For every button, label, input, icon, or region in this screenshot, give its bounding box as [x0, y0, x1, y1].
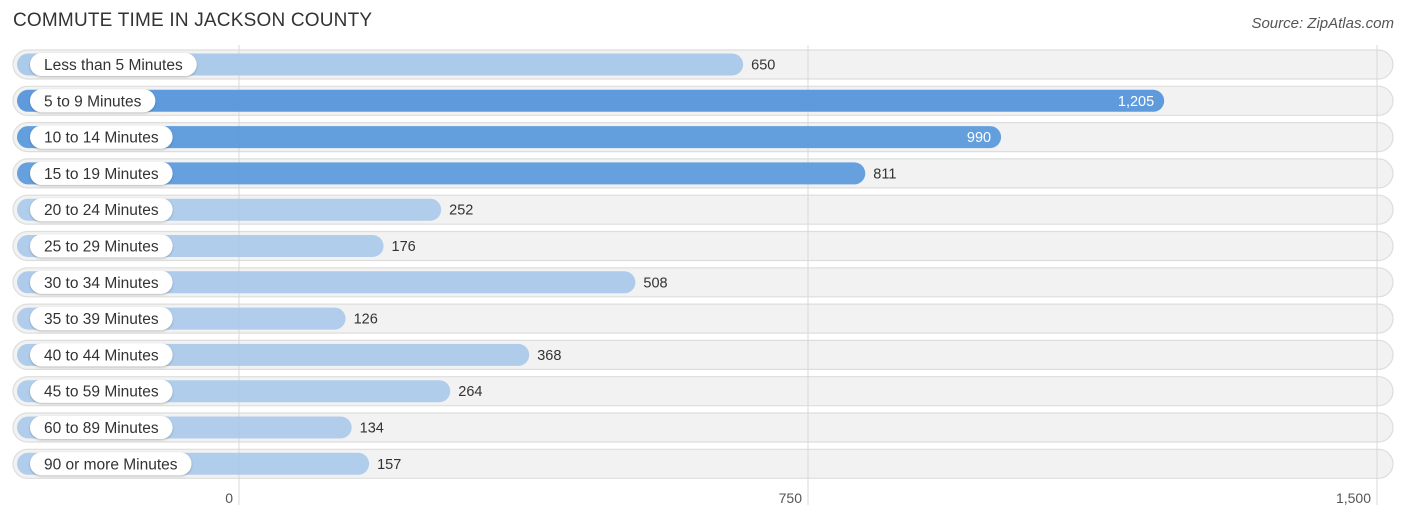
x-tick-label: 750 [779, 490, 803, 506]
category-label: 35 to 39 Minutes [44, 311, 159, 328]
value-label: 368 [537, 348, 561, 364]
category-label: 60 to 89 Minutes [44, 420, 159, 437]
value-label: 252 [449, 203, 473, 219]
category-label: 15 to 19 Minutes [44, 166, 159, 183]
value-label: 508 [643, 275, 667, 291]
value-label: 264 [458, 384, 482, 400]
row-tracks [12, 49, 1394, 479]
x-axis-ticks: 0 750 1,500 [225, 490, 1371, 506]
bar-chart: Less than 5 Minutes 5 to 9 Minutes 10 to 1… [12, 45, 1394, 506]
bars [17, 53, 1165, 475]
category-label: 10 to 14 Minutes [44, 130, 159, 147]
x-tick-label: 1,500 [1336, 490, 1371, 506]
category-label: Less than 5 Minutes [44, 57, 183, 74]
category-label: 20 to 24 Minutes [44, 202, 159, 219]
value-label: 650 [751, 58, 775, 74]
category-label: 40 to 44 Minutes [44, 347, 159, 364]
value-label: 126 [354, 312, 378, 328]
x-tick-label: 0 [225, 490, 233, 506]
category-label: 90 or more Minutes [44, 456, 178, 473]
bar [17, 89, 1165, 112]
value-labels: 650 1,205 990 811 252 176 508 126 368 264 134 157 [354, 58, 1155, 473]
category-label: 45 to 59 Minutes [44, 384, 159, 401]
category-label: 30 to 34 Minutes [44, 275, 159, 292]
value-label: 990 [967, 130, 991, 146]
value-label: 134 [360, 421, 384, 437]
value-label: 811 [873, 166, 896, 182]
value-label: 157 [377, 457, 401, 473]
category-label: 5 to 9 Minutes [44, 93, 142, 110]
category-label: 25 to 29 Minutes [44, 239, 159, 256]
category-labels: Less than 5 Minutes 5 to 9 Minutes 10 to 1… [30, 53, 197, 476]
value-label: 176 [392, 239, 416, 255]
value-label: 1,205 [1118, 94, 1154, 110]
